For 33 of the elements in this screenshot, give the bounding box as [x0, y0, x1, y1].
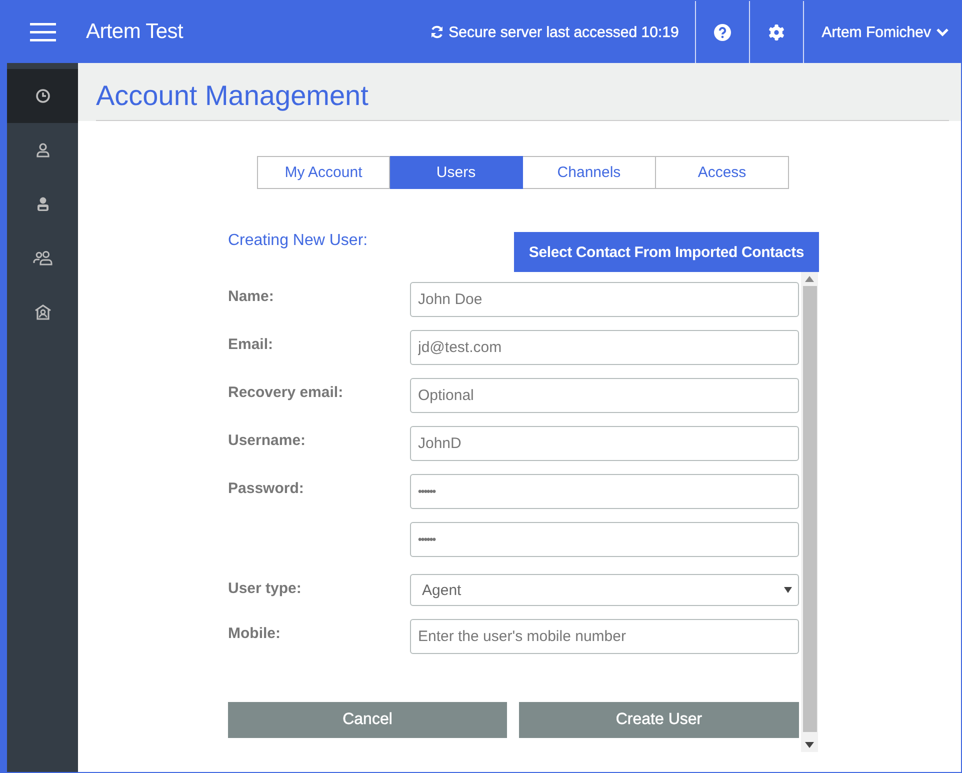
chevron-down-icon	[936, 28, 949, 36]
sidebar-clock-icon[interactable]	[7, 69, 78, 123]
field-label: Email:	[228, 335, 274, 353]
dropdown-arrow-icon	[784, 587, 792, 593]
field-label: Recovery email:	[228, 383, 344, 401]
scroll-down-icon[interactable]	[805, 742, 814, 748]
server-status: Secure server last accessed 10:19	[448, 24, 679, 40]
field-label: Password:	[228, 479, 305, 497]
tab[interactable]: Channels	[523, 156, 656, 189]
field-label: Username:	[228, 431, 307, 449]
page-title: Account Management	[96, 80, 949, 121]
form-heading: Creating New User:	[228, 232, 368, 250]
scrollbar[interactable]	[801, 272, 818, 752]
input-field[interactable]: jd@test.com	[410, 330, 799, 365]
tab[interactable]: Access	[656, 156, 789, 189]
form-button[interactable]: Create User	[519, 702, 799, 738]
form-button[interactable]: Cancel	[228, 702, 507, 738]
tab[interactable]: Users	[390, 156, 523, 189]
tab[interactable]: My Account	[257, 156, 390, 189]
user-type-select[interactable]: Agent	[410, 574, 799, 606]
password-field[interactable]: ••••••	[410, 522, 799, 557]
input-field[interactable]: Optional	[410, 378, 799, 413]
field-label: Name:	[228, 287, 275, 305]
input-field[interactable]: Enter the user's mobile number	[410, 619, 799, 654]
refresh-icon	[430, 25, 444, 39]
app-name: Artem Test	[86, 19, 183, 45]
import-contact-button[interactable]: Select Contact From Imported Contacts	[514, 232, 819, 272]
scroll-up-icon[interactable]	[805, 276, 814, 282]
field-label: User type:	[228, 579, 302, 597]
input-field[interactable]: John Doe	[410, 282, 799, 317]
password-field[interactable]: ••••••	[410, 474, 799, 509]
field-label: Mobile:	[228, 624, 282, 642]
input-field[interactable]: JohnD	[410, 426, 799, 461]
